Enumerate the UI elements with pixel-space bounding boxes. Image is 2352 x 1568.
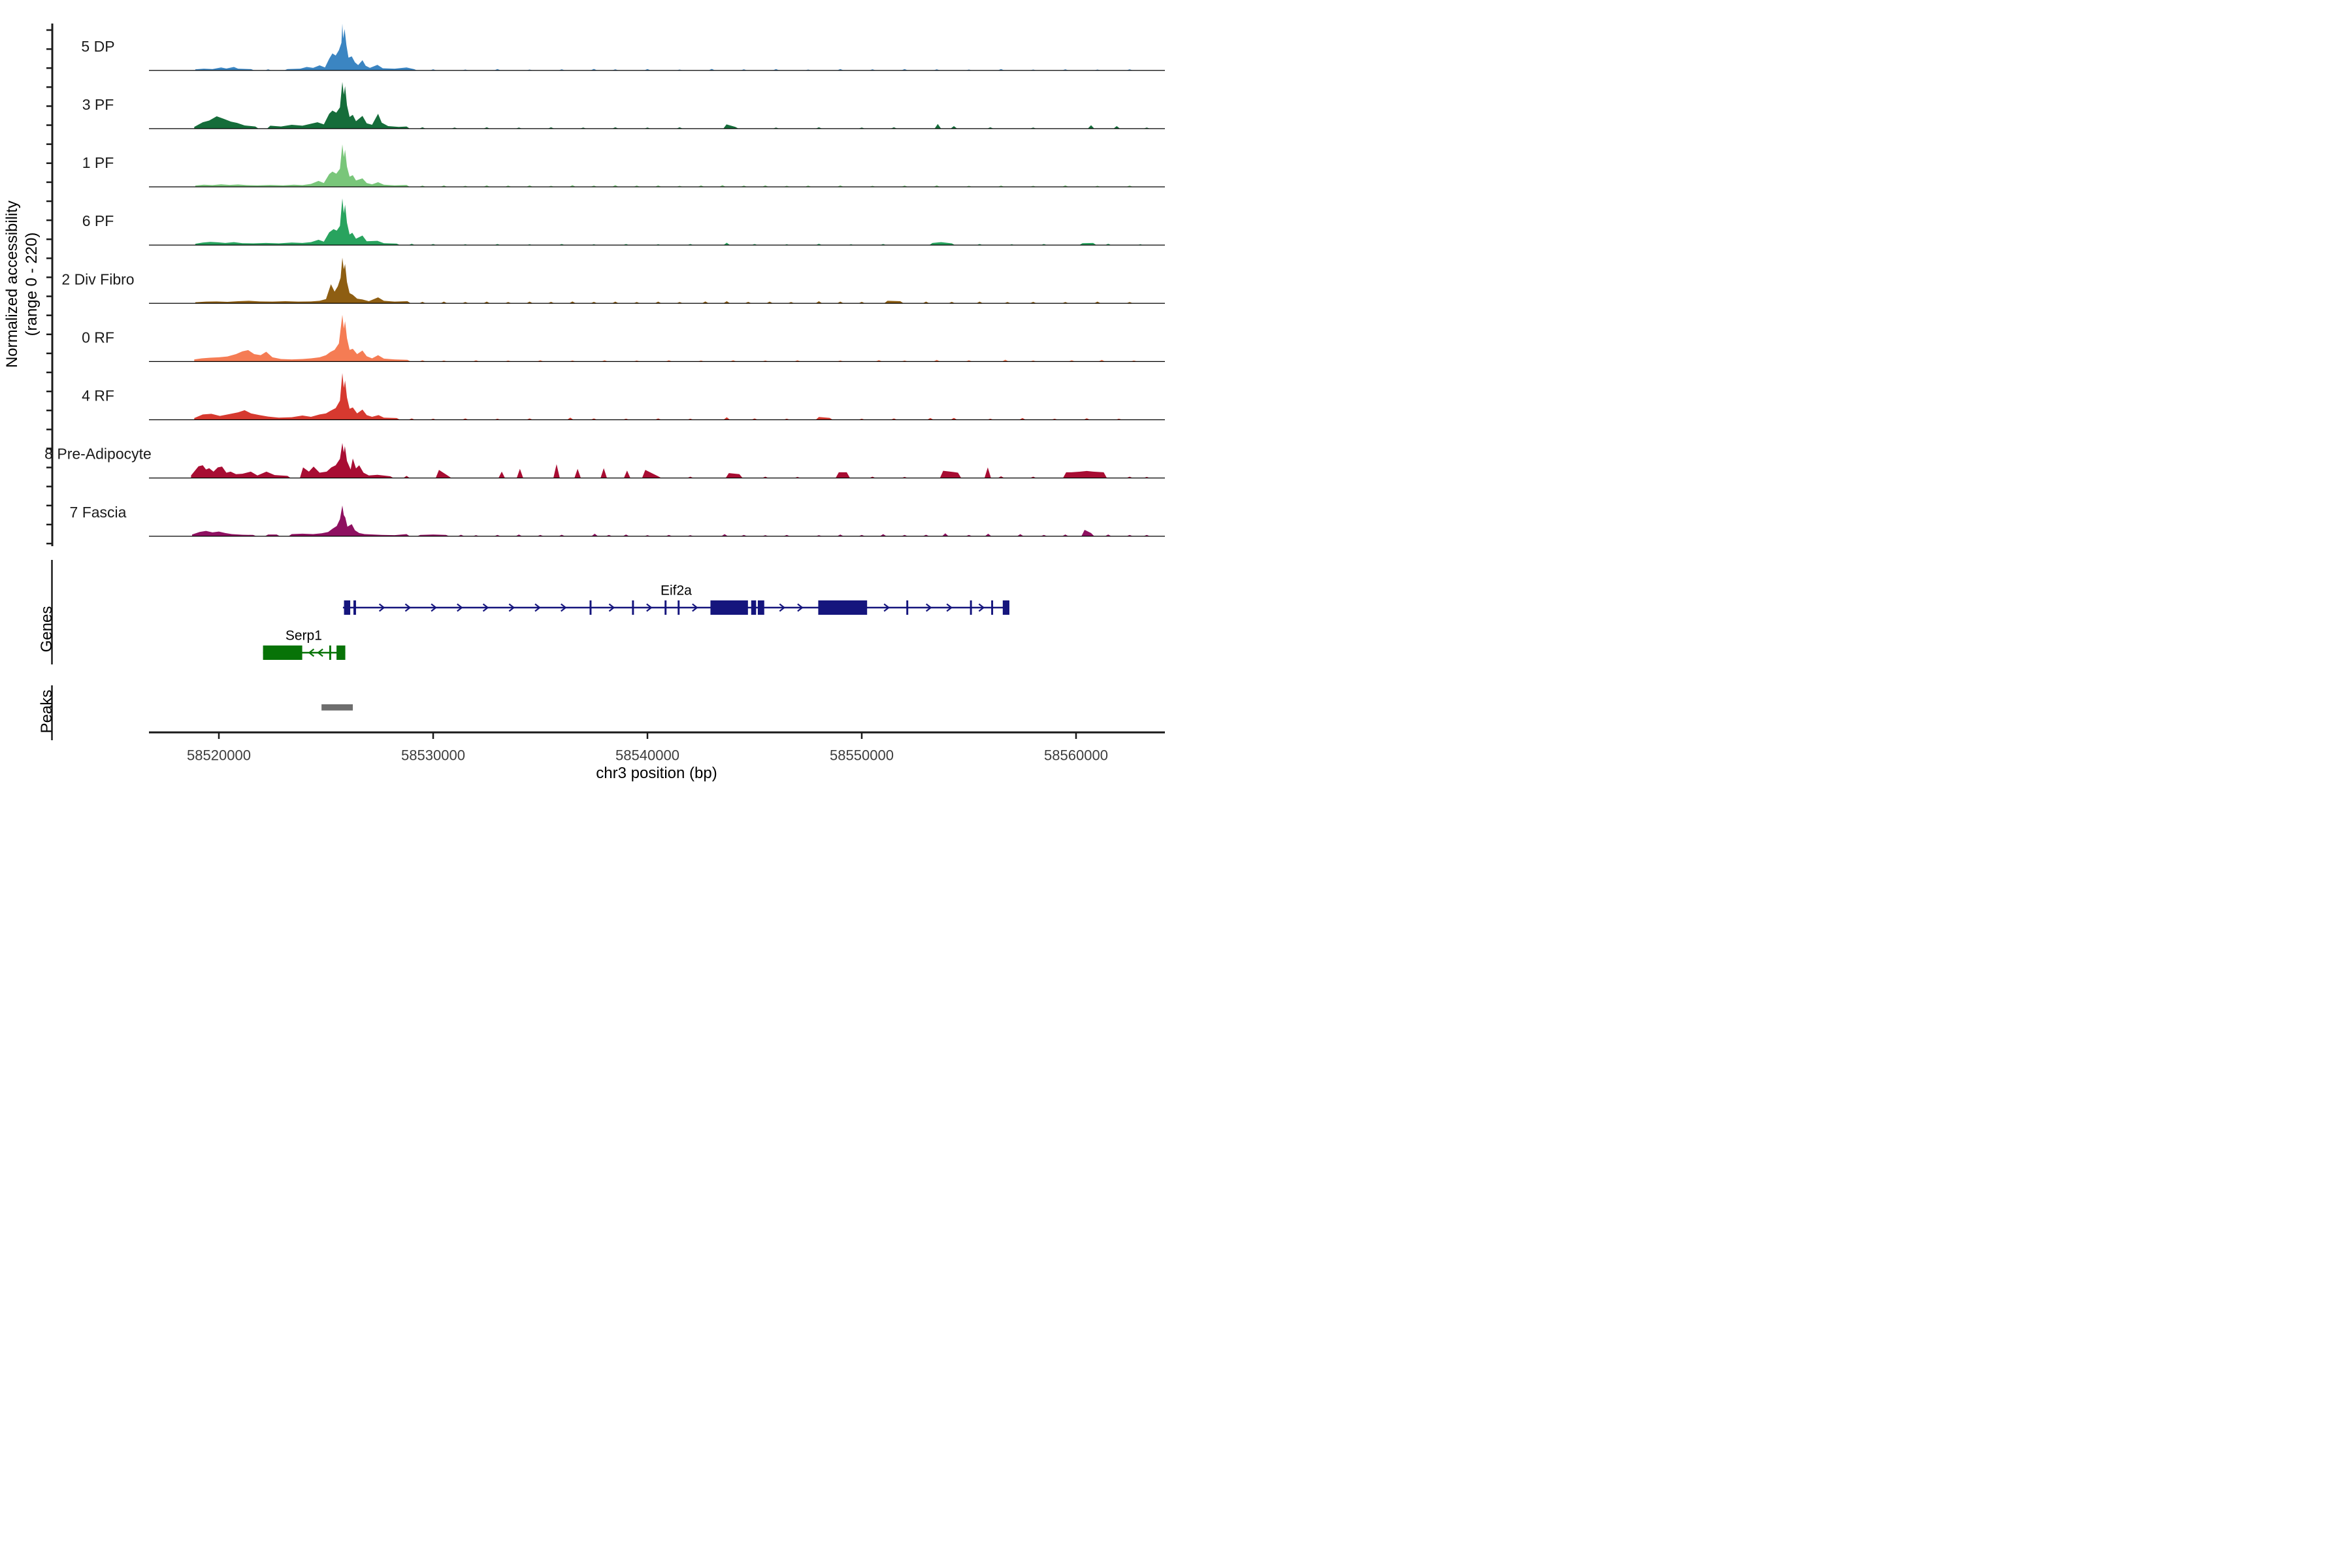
exon-box: [664, 600, 666, 615]
exon-box: [818, 600, 867, 615]
exon-box: [678, 600, 679, 615]
y-axis-label: Normalized accessibility (range 0 - 220): [3, 201, 42, 368]
signal-track: 2 Div Fibro: [61, 257, 1165, 303]
peaks-section-label: Peaks: [38, 690, 56, 734]
exon-box: [758, 600, 764, 615]
track-label: 2 Div Fibro: [61, 270, 134, 287]
exon-box: [970, 600, 972, 615]
x-axis-title: chr3 position (bp): [596, 764, 717, 783]
y-axis: [46, 24, 52, 546]
track-label: 4 RF: [82, 387, 114, 404]
accessibility-area: [195, 199, 1143, 246]
x-axis: 58520000 58530000 58540000 58550000 58560000: [149, 732, 1165, 764]
chart-canvas: 5 DP 3 PF 1 PF 6 PF 2 Div Fibro 0 RF 4 RF 8 Pre…: [0, 0, 1176, 784]
exon-box: [344, 600, 351, 615]
exon-box: [751, 600, 757, 615]
track-label: 7 Fascia: [70, 504, 127, 521]
genes-section-label: Genes: [38, 606, 56, 653]
accessibility-area: [195, 144, 1133, 187]
accessibility-area: [191, 443, 1150, 478]
y-axis-label-line1: Normalized accessibility: [3, 201, 21, 368]
track-label: 6 PF: [82, 212, 114, 229]
exon-box: [353, 600, 356, 615]
track-label: 0 RF: [82, 329, 114, 346]
exon-box: [710, 600, 747, 615]
genome-browser-figure: 5 DP 3 PF 1 PF 6 PF 2 Div Fibro 0 RF 4 RF 8 Pre…: [0, 0, 1176, 784]
accessibility-area: [195, 257, 1133, 303]
signal-track: 5 DP: [81, 24, 1165, 71]
exon-box: [589, 600, 591, 615]
x-axis-tick-label: 58530000: [401, 747, 465, 764]
exon-box: [991, 600, 993, 615]
accessibility-area: [192, 506, 1150, 536]
x-axis-tick-label: 58520000: [187, 747, 251, 764]
signal-track: 7 Fascia: [70, 504, 1165, 536]
peaks-track: [321, 704, 353, 711]
exon-box: [329, 645, 331, 660]
accessibility-area: [194, 373, 1122, 420]
gene-model: Eif2a: [343, 583, 1009, 615]
y-axis-label-line2: (range 0 - 220): [23, 233, 41, 336]
x-axis-tick-label: 58540000: [615, 747, 679, 764]
signal-track: 4 RF: [82, 373, 1165, 420]
exon-box: [632, 600, 634, 615]
signal-track: 8 Pre-Adipocyte: [44, 443, 1165, 478]
peak-region-bar: [321, 704, 353, 711]
gene-label: Eif2a: [661, 583, 692, 598]
exon-box: [263, 645, 302, 660]
exon-box: [906, 600, 908, 615]
track-label: 8 Pre-Adipocyte: [44, 446, 152, 463]
track-label: 3 PF: [82, 96, 114, 113]
gene-label: Serp1: [286, 629, 322, 644]
accessibility-area: [194, 82, 1150, 129]
accessibility-area: [194, 315, 1137, 362]
track-label: 1 PF: [82, 154, 114, 171]
signal-track: 1 PF: [82, 144, 1165, 187]
track-label: 5 DP: [81, 38, 114, 55]
signal-track: 0 RF: [82, 315, 1165, 362]
gene-model: Serp1: [263, 629, 346, 661]
x-axis-tick-label: 58550000: [830, 747, 894, 764]
signal-track: 3 PF: [82, 82, 1165, 129]
exon-box: [1003, 600, 1009, 615]
exon-box: [336, 645, 345, 660]
signal-track: 6 PF: [82, 199, 1165, 246]
x-axis-tick-label: 58560000: [1044, 747, 1108, 764]
accessibility-area: [195, 24, 1133, 71]
